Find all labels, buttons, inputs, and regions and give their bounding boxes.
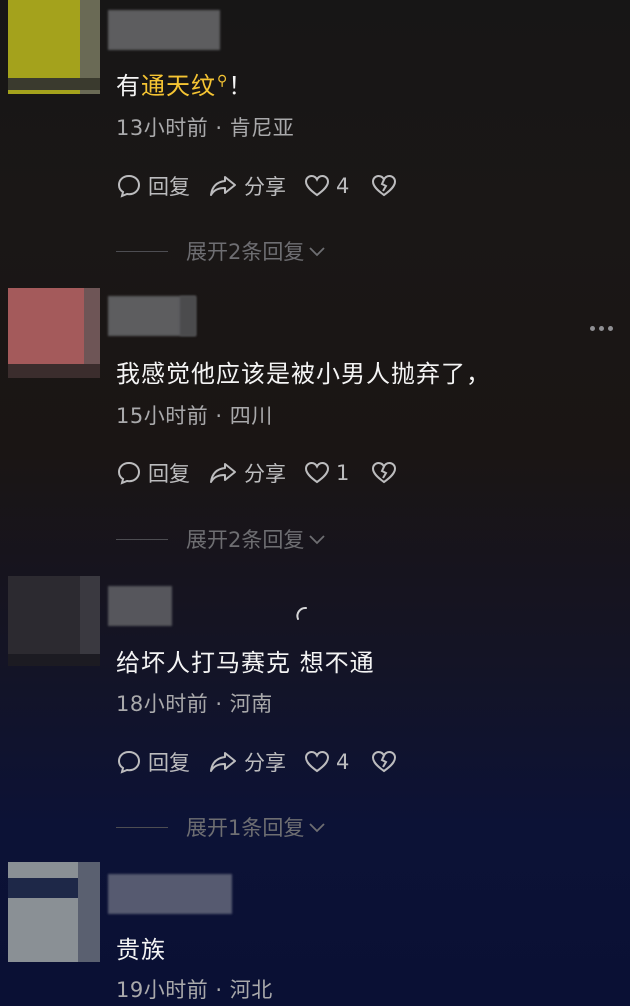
like-count: 4 [336,750,350,774]
share-label: 分享 [244,175,286,199]
share-arrow-icon [210,176,236,196]
like-button[interactable]: 4 [304,174,349,198]
reply-button[interactable]: 回复 [116,458,190,488]
divider [116,538,168,540]
chevron-down-icon [309,535,326,545]
action-bar: 回复 分享 4 [116,170,415,202]
comment-text: 给坏人打马赛克 想不通 [116,649,375,677]
divider [116,250,168,252]
comment-bubble-icon [117,750,141,774]
share-button[interactable]: 分享 [208,171,286,201]
expand-label: 展开1条回复 [186,816,305,840]
reply-label: 回复 [148,751,190,775]
heart-icon [304,750,330,773]
reply-button[interactable]: 回复 [116,747,190,777]
search-icon[interactable]: ⚲ [217,73,228,89]
comment-meta: 19小时前 · 河北 [116,978,273,1002]
dislike-button[interactable] [371,174,397,198]
expand-replies[interactable]: 展开1条回复 [116,812,326,842]
comment-text: 有通天纹⚲！ [116,72,254,100]
highlight-link[interactable]: 通天纹 [141,72,216,100]
expand-label: 展开2条回复 [186,528,305,552]
like-button[interactable]: 1 [304,461,349,485]
action-bar: 回复 分享 1 [116,457,415,489]
username-blurred[interactable] [108,10,220,50]
chevron-down-icon [309,823,326,833]
broken-heart-icon [372,174,397,197]
comment-bubble-icon [117,461,141,485]
expand-replies[interactable]: 展开2条回复 [116,236,326,266]
like-count: 1 [336,461,350,485]
action-bar: 回复 分享 4 [116,746,415,778]
avatar[interactable] [8,576,100,666]
like-count: 4 [336,174,350,198]
share-arrow-icon [210,463,236,483]
share-arrow-icon [210,752,236,772]
reply-button[interactable]: 回复 [116,171,190,201]
username-blurred[interactable] [108,586,172,626]
comment-text: 我感觉他应该是被小男人抛弃了， [116,360,491,388]
heart-icon [304,174,330,197]
share-button[interactable]: 分享 [208,458,286,488]
username-blurred-part [180,296,196,336]
loading-spinner-icon [296,607,307,620]
expand-replies[interactable]: 展开2条回复 [116,524,326,554]
avatar[interactable] [8,288,100,378]
share-label: 分享 [244,751,286,775]
divider [116,826,168,828]
expand-label: 展开2条回复 [186,240,305,264]
dislike-button[interactable] [371,461,397,485]
comment-meta: 13小时前 · 肯尼亚 [116,116,295,140]
comment-meta: 15小时前 · 四川 [116,404,273,428]
comment-bubble-icon [117,174,141,198]
like-button[interactable]: 4 [304,750,349,774]
username-blurred[interactable] [108,874,232,914]
more-icon[interactable] [590,326,613,331]
reply-label: 回复 [148,462,190,486]
heart-icon [304,461,330,484]
reply-label: 回复 [148,175,190,199]
share-button[interactable]: 分享 [208,747,286,777]
avatar[interactable] [8,0,100,94]
comment-text: 贵族 [116,936,166,964]
broken-heart-icon [372,461,397,484]
dislike-button[interactable] [371,750,397,774]
broken-heart-icon [372,750,397,773]
chevron-down-icon [309,247,326,257]
share-label: 分享 [244,462,286,486]
comment-meta: 18小时前 · 河南 [116,692,273,716]
avatar[interactable] [8,862,100,962]
